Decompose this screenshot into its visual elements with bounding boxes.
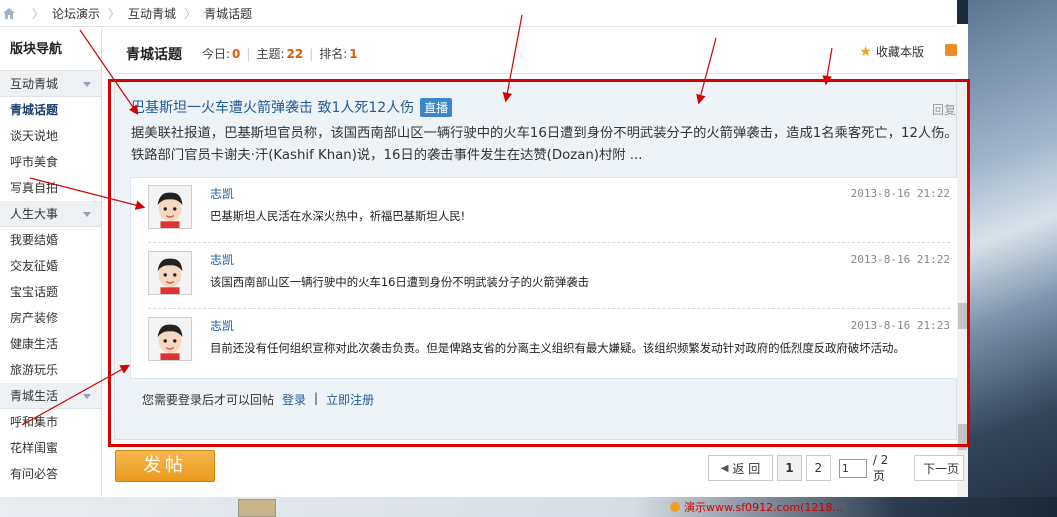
breadcrumb: 〉 论坛演示 〉 互动青城 〉 青城话题 bbox=[0, 0, 957, 27]
breadcrumb-separator: 〉 bbox=[184, 6, 197, 21]
sidebar-group-life-events[interactable]: 人生大事 bbox=[0, 201, 101, 227]
sidebar-group-label: 人生大事 bbox=[10, 207, 59, 221]
new-post-button[interactable]: 发帖 bbox=[115, 450, 215, 482]
thumbnail-image bbox=[238, 499, 276, 517]
today-label: 今日: bbox=[202, 47, 231, 61]
divider: | bbox=[246, 46, 251, 61]
sidebar-item-health[interactable]: 健康生活 bbox=[0, 331, 101, 357]
next-page-button[interactable]: 下一页 bbox=[914, 455, 965, 481]
sidebar-item-dating[interactable]: 交友征婚 bbox=[0, 253, 101, 279]
desktop-background bbox=[968, 0, 1057, 517]
page-number-input[interactable]: 1 bbox=[838, 458, 867, 478]
breadcrumb-forum-demo[interactable]: 论坛演示 bbox=[52, 5, 100, 22]
page-2-button[interactable]: 2 bbox=[805, 455, 831, 481]
favorite-label: 收藏本版 bbox=[875, 45, 924, 59]
window-edge bbox=[957, 0, 968, 24]
back-button[interactable]: ◀ 返 回 bbox=[708, 455, 773, 481]
board-navigation: 版块导航 互动青城 青城话题 谈天说地 呼市美食 写真自拍 人生大事 我要结婚 … bbox=[0, 28, 102, 497]
sidebar-item-girlfriends[interactable]: 花样闺蜜 bbox=[0, 435, 101, 461]
home-icon[interactable] bbox=[2, 7, 16, 20]
bottom-strip-link[interactable]: 演示www.sf0912.com(1218... bbox=[670, 499, 843, 515]
page-total: / 2 页 bbox=[872, 452, 889, 483]
chevron-down-icon bbox=[83, 212, 91, 217]
breadcrumb-interactive[interactable]: 互动青城 bbox=[128, 5, 176, 22]
sidebar-title: 版块导航 bbox=[0, 28, 101, 71]
sidebar-item-housing[interactable]: 房产装修 bbox=[0, 305, 101, 331]
board-header: 青城话题 今日: 0 | 主题: 22 | 排名: 1 ★ 收藏本版 bbox=[114, 34, 957, 74]
breadcrumb-separator: 〉 bbox=[32, 6, 45, 21]
topics-value: 22 bbox=[286, 47, 304, 61]
sidebar-item-travel[interactable]: 旅游玩乐 bbox=[0, 357, 101, 383]
breadcrumb-current[interactable]: 青城话题 bbox=[204, 5, 252, 22]
smiley-icon bbox=[670, 502, 680, 512]
rank-value: 1 bbox=[349, 47, 358, 61]
sidebar-item-wedding[interactable]: 我要结婚 bbox=[0, 227, 101, 253]
arrow-left-icon: ◀ bbox=[720, 462, 729, 474]
annotation-box bbox=[108, 79, 970, 447]
sidebar-item-photos[interactable]: 写真自拍 bbox=[0, 175, 101, 201]
pagination: ◀ 返 回 1 2 1 / 2 页 下一页 bbox=[708, 452, 968, 483]
chevron-down-icon bbox=[83, 82, 91, 87]
sidebar-item-qa[interactable]: 有问必答 bbox=[0, 461, 101, 487]
page-title: 青城话题 bbox=[126, 46, 182, 63]
back-label: 返 回 bbox=[732, 461, 761, 476]
sidebar-item-market[interactable]: 呼和集市 bbox=[0, 409, 101, 435]
sidebar-item-food[interactable]: 呼市美食 bbox=[0, 149, 101, 175]
star-icon: ★ bbox=[859, 43, 872, 60]
favorite-board-button[interactable]: ★ 收藏本版 bbox=[859, 43, 924, 60]
sidebar-item-topics[interactable]: 青城话题 bbox=[0, 97, 101, 123]
sidebar-group-city-life[interactable]: 青城生活 bbox=[0, 383, 101, 409]
topics-label: 主题: bbox=[256, 47, 285, 61]
sidebar-group-label: 互动青城 bbox=[10, 77, 59, 91]
topic-count: 主题: 22 bbox=[256, 45, 303, 62]
taskbar-strip bbox=[0, 497, 1057, 517]
rank-label: 排名: bbox=[319, 47, 348, 61]
breadcrumb-separator: 〉 bbox=[108, 6, 121, 21]
sidebar-item-chat[interactable]: 谈天说地 bbox=[0, 123, 101, 149]
divider: | bbox=[309, 46, 314, 61]
sidebar-group-label: 青城生活 bbox=[10, 389, 59, 403]
today-value: 0 bbox=[232, 47, 241, 61]
chevron-down-icon bbox=[83, 394, 91, 399]
sidebar-item-baby[interactable]: 宝宝话题 bbox=[0, 279, 101, 305]
today-count: 今日: 0 bbox=[202, 45, 240, 62]
page-1-button[interactable]: 1 bbox=[776, 455, 802, 481]
rss-icon[interactable] bbox=[945, 44, 957, 56]
sidebar-group-interactive[interactable]: 互动青城 bbox=[0, 71, 101, 97]
rank: 排名: 1 bbox=[319, 45, 357, 62]
